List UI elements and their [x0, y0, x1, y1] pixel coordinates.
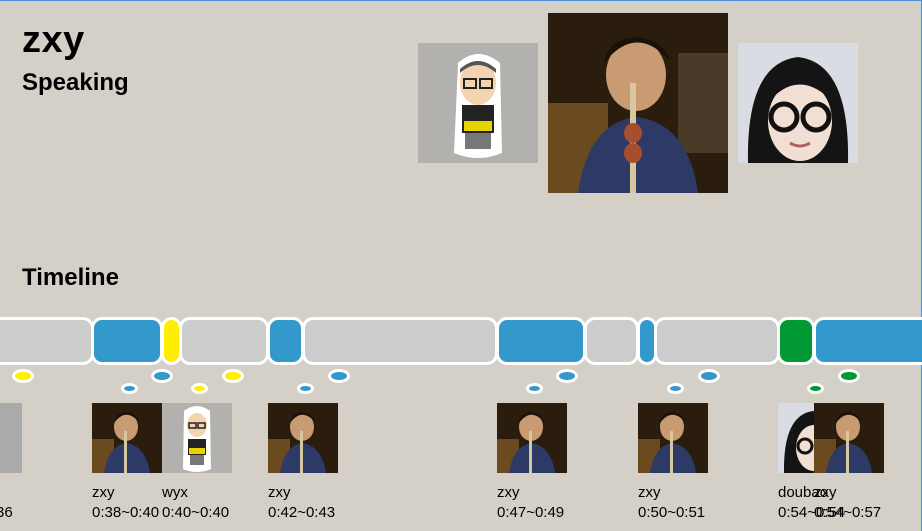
- clip-speaker: zxy: [814, 484, 837, 501]
- clip-speaker: [0, 483, 13, 503]
- timeline-segment-idle[interactable]: [584, 317, 639, 365]
- timeline-marker[interactable]: [222, 369, 244, 383]
- clip-speaker: zxy: [638, 484, 661, 501]
- timeline-segment-idle[interactable]: [179, 317, 269, 365]
- timeline-track[interactable]: [0, 315, 922, 371]
- speaker-status: Speaking: [22, 69, 129, 96]
- timeline-segment-idle[interactable]: [302, 317, 498, 365]
- clip-thumbnail-zxy[interactable]: [92, 403, 162, 473]
- clip-time: 0:38~0:40: [92, 504, 160, 521]
- photo-avatar-icon: [268, 403, 338, 473]
- clip-time: 0:40~0:40: [162, 504, 230, 521]
- photo-avatar-icon: [814, 403, 884, 473]
- clip-thumbnail-zxy[interactable]: [497, 403, 567, 473]
- photo-avatar-icon: [548, 13, 728, 193]
- timeline-marker[interactable]: [121, 383, 138, 394]
- cartoon-avatar-icon: [162, 403, 232, 473]
- timeline-segment-zxy[interactable]: [813, 317, 922, 365]
- clip-speaker: zxy: [497, 484, 520, 501]
- timeline-marker[interactable]: [667, 383, 684, 394]
- clip-label: zxy 0:38~0:40: [92, 483, 159, 523]
- timeline-marker[interactable]: [698, 369, 720, 383]
- timeline-segment-zxy[interactable]: [496, 317, 586, 365]
- timeline-marker[interactable]: [328, 369, 350, 383]
- timeline-segment-idle[interactable]: [654, 317, 780, 365]
- avatar-zxy[interactable]: [548, 13, 728, 193]
- clip-thumbnail[interactable]: [0, 403, 22, 473]
- clip-label: 36: [0, 483, 13, 523]
- clip-time: 0:42~0:43: [268, 504, 336, 521]
- clip-label: zxy 0:54~0:57: [814, 483, 881, 523]
- timeline-marker[interactable]: [526, 383, 543, 394]
- timeline-segment-idle[interactable]: [0, 317, 94, 365]
- avatar-doubao[interactable]: [738, 43, 858, 163]
- clip-label: zxy 0:42~0:43: [268, 483, 335, 523]
- clip-label: zxy 0:47~0:49: [497, 483, 564, 523]
- timeline-marker[interactable]: [838, 369, 860, 383]
- clip-speaker: wyx: [162, 484, 188, 501]
- clip-speaker: zxy: [268, 484, 291, 501]
- timeline-segment-zxy[interactable]: [267, 317, 304, 365]
- clip-thumbnail-wyx[interactable]: [162, 403, 232, 473]
- clip-speaker: zxy: [92, 484, 115, 501]
- timeline-marker[interactable]: [151, 369, 173, 383]
- clip-time: 0:54~0:57: [814, 504, 882, 521]
- timeline-marker[interactable]: [297, 383, 314, 394]
- photo-avatar-icon: [738, 43, 858, 163]
- cartoon-avatar-icon: [418, 43, 538, 163]
- speaker-name: zxy: [22, 19, 85, 61]
- photo-avatar-icon: [92, 403, 162, 473]
- clip-thumbnail-zxy[interactable]: [268, 403, 338, 473]
- timeline-segment-doubao[interactable]: [777, 317, 815, 365]
- clip-time: 36: [0, 504, 13, 521]
- clip-label: zxy 0:50~0:51: [638, 483, 705, 523]
- clip-time: 0:47~0:49: [497, 504, 565, 521]
- timeline-marker[interactable]: [807, 383, 824, 394]
- timeline-marker[interactable]: [12, 369, 34, 383]
- avatar-wyx[interactable]: [418, 43, 538, 163]
- photo-avatar-icon: [638, 403, 708, 473]
- clip-thumbnail-zxy[interactable]: [814, 403, 884, 473]
- timeline-marker[interactable]: [556, 369, 578, 383]
- clip-label: wyx 0:40~0:40: [162, 483, 229, 523]
- timeline-segment-zxy[interactable]: [91, 317, 163, 365]
- photo-avatar-icon: [497, 403, 567, 473]
- clip-thumbnail-zxy[interactable]: [638, 403, 708, 473]
- clip-time: 0:50~0:51: [638, 504, 706, 521]
- timeline-marker[interactable]: [191, 383, 208, 394]
- timeline-title: Timeline: [22, 264, 119, 291]
